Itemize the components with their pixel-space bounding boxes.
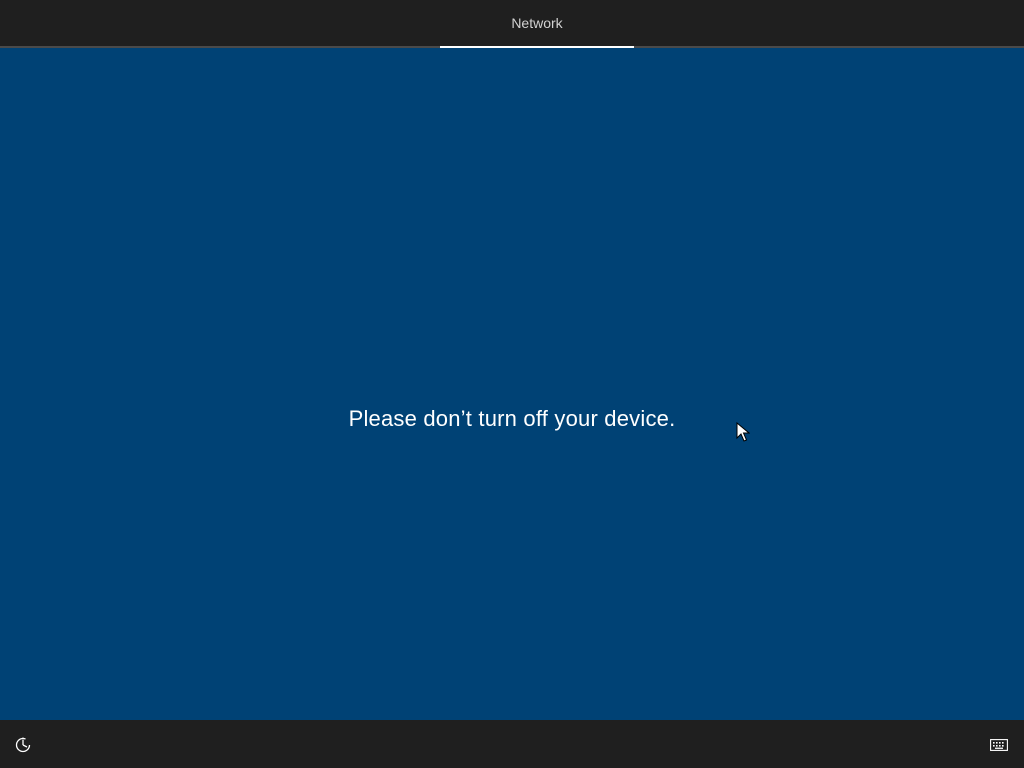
main-content: Please don’t turn off your device.	[0, 48, 1024, 720]
top-bar: Network	[0, 0, 1024, 48]
tab-network: Network	[440, 0, 634, 46]
status-message: Please don’t turn off your device.	[348, 406, 676, 431]
on-screen-keyboard-button[interactable]	[986, 734, 1012, 756]
bottom-bar	[0, 720, 1024, 768]
keyboard-icon	[990, 739, 1008, 751]
tab-network-label: Network	[511, 15, 563, 31]
mouse-cursor-icon	[736, 422, 750, 442]
ease-of-access-button[interactable]	[12, 734, 34, 756]
ease-of-access-icon	[15, 737, 31, 753]
